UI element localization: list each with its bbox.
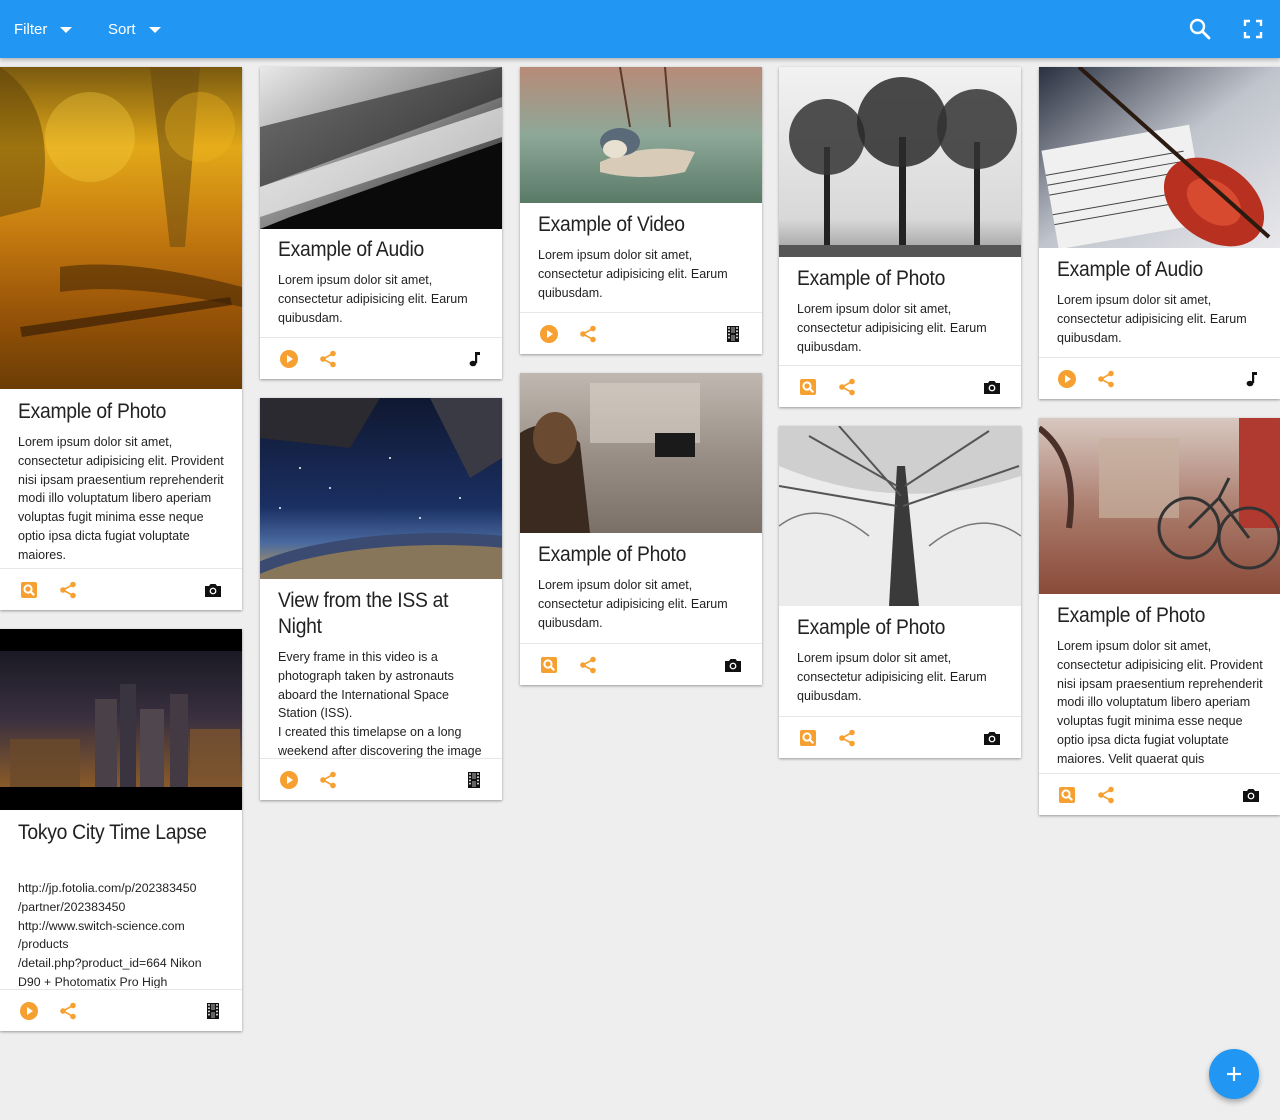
film-icon: [207, 1003, 219, 1019]
card-actions: [0, 568, 242, 610]
fullscreen-icon[interactable]: [1241, 17, 1265, 41]
card-image: [1039, 418, 1280, 594]
card-image: [0, 67, 242, 389]
card-description: Lorem ipsum dolor sit amet, consectetur …: [18, 435, 224, 562]
play-icon[interactable]: [279, 770, 299, 790]
card-image: [1039, 67, 1280, 248]
camera-icon: [984, 732, 1000, 745]
media-card[interactable]: Tokyo City Time Lapse http://jp.fotolia.…: [0, 629, 242, 1031]
card-image: [779, 67, 1021, 257]
share-icon[interactable]: [1096, 785, 1116, 805]
music-note-icon: [1246, 372, 1257, 387]
filter-dropdown[interactable]: Filter: [14, 0, 73, 58]
zoom-icon[interactable]: [19, 580, 39, 600]
chevron-down-icon: [60, 27, 73, 33]
media-card[interactable]: Example of Photo Lorem ipsum dolor sit a…: [779, 67, 1021, 407]
media-card[interactable]: Example of Photo Lorem ipsum dolor sit a…: [779, 426, 1021, 758]
media-card[interactable]: View from the ISS at Night Every frame i…: [260, 398, 502, 800]
card-title: Example of Photo: [1057, 604, 1206, 627]
card-image: [520, 373, 762, 533]
card-title: Example of Video: [538, 213, 685, 236]
zoom-icon[interactable]: [1057, 785, 1077, 805]
share-icon[interactable]: [837, 377, 857, 397]
film-icon: [468, 772, 480, 788]
share-icon[interactable]: [1096, 369, 1116, 389]
add-button[interactable]: [1209, 1049, 1259, 1099]
zoom-icon[interactable]: [539, 655, 559, 675]
camera-icon: [205, 584, 221, 597]
sort-label: Sort: [108, 20, 136, 38]
card-actions: [260, 758, 502, 800]
film-icon: [727, 326, 739, 342]
media-card[interactable]: Example of Photo Lorem ipsum dolor sit a…: [0, 67, 242, 610]
app-bar: Filter Sort: [0, 0, 1280, 58]
card-title: Example of Photo: [18, 400, 167, 423]
card-title: Example of Photo: [538, 543, 687, 566]
search-icon[interactable]: [1188, 17, 1212, 41]
camera-icon: [725, 659, 741, 672]
card-description: Lorem ipsum dolor sit amet, consectetur …: [278, 273, 468, 325]
sort-dropdown[interactable]: Sort: [108, 0, 161, 58]
card-image: [520, 67, 762, 203]
card-description: http://jp.fotolia.com/p/202383450 /partn…: [18, 881, 202, 988]
card-title: Example of Audio: [1057, 258, 1203, 281]
card-actions: [520, 643, 762, 685]
camera-icon: [1243, 789, 1259, 802]
filter-label: Filter: [14, 20, 48, 38]
card-description: Lorem ipsum dolor sit amet, consectetur …: [538, 248, 728, 300]
play-icon[interactable]: [19, 1001, 39, 1021]
card-image: [779, 426, 1021, 606]
play-icon[interactable]: [1057, 369, 1077, 389]
share-icon[interactable]: [318, 770, 338, 790]
share-icon[interactable]: [58, 1001, 78, 1021]
card-actions: [779, 365, 1021, 407]
card-actions: [1039, 357, 1280, 399]
play-icon[interactable]: [539, 324, 559, 344]
card-description: Lorem ipsum dolor sit amet, consectetur …: [1057, 639, 1263, 766]
card-image: [260, 67, 502, 229]
card-description: Lorem ipsum dolor sit amet, consectetur …: [538, 578, 728, 630]
card-description: Every frame in this video is a photograp…: [278, 650, 482, 758]
card-title: Example of Photo: [797, 267, 946, 290]
share-icon[interactable]: [58, 580, 78, 600]
zoom-icon[interactable]: [798, 377, 818, 397]
share-icon[interactable]: [578, 324, 598, 344]
card-actions: [260, 337, 502, 379]
add-icon: [1227, 1067, 1241, 1081]
share-icon[interactable]: [318, 349, 338, 369]
media-card[interactable]: Example of Audio Lorem ipsum dolor sit a…: [260, 67, 502, 379]
card-image: [0, 629, 242, 810]
zoom-icon[interactable]: [798, 728, 818, 748]
card-description: Lorem ipsum dolor sit amet, consectetur …: [797, 651, 987, 703]
media-card[interactable]: Example of Audio Lorem ipsum dolor sit a…: [1039, 67, 1280, 399]
card-actions: [520, 312, 762, 354]
share-icon[interactable]: [837, 728, 857, 748]
card-title: Example of Audio: [278, 238, 424, 261]
card-title: Tokyo City Time Lapse: [18, 821, 207, 844]
media-card[interactable]: Example of Photo Lorem ipsum dolor sit a…: [1039, 418, 1280, 815]
media-card[interactable]: Example of Photo Lorem ipsum dolor sit a…: [520, 373, 762, 685]
card-actions: [779, 716, 1021, 758]
card-image: [260, 398, 502, 579]
card-actions: [1039, 773, 1280, 815]
chevron-down-icon: [148, 27, 161, 33]
play-icon[interactable]: [279, 349, 299, 369]
card-description: Lorem ipsum dolor sit amet, consectetur …: [1057, 293, 1247, 345]
share-icon[interactable]: [578, 655, 598, 675]
media-card[interactable]: Example of Video Lorem ipsum dolor sit a…: [520, 67, 762, 354]
card-actions: [0, 989, 242, 1031]
camera-icon: [984, 381, 1000, 394]
music-note-icon: [469, 352, 480, 367]
card-title: Example of Photo: [797, 616, 946, 639]
card-description: Lorem ipsum dolor sit amet, consectetur …: [797, 302, 987, 354]
card-title: View from the ISS at Night: [278, 589, 449, 638]
